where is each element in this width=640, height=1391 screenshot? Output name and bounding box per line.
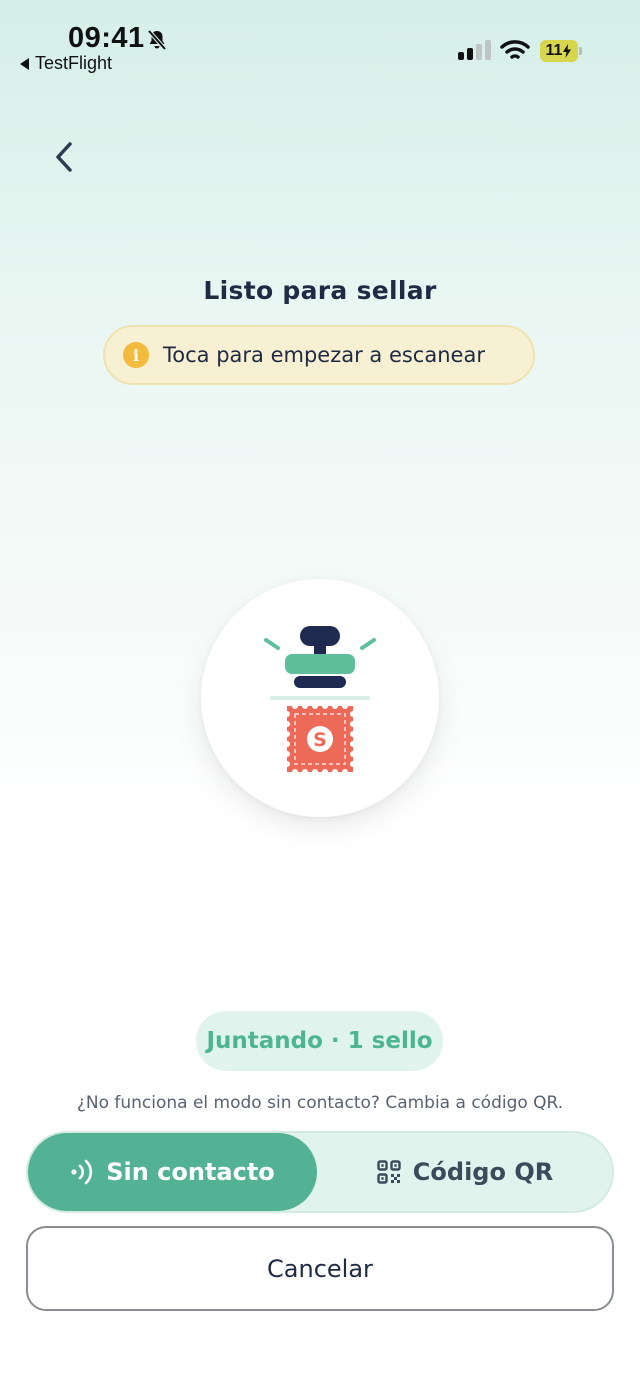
stamp-progress-badge: Juntando · 1 sello	[196, 1011, 443, 1071]
back-triangle-icon	[20, 57, 29, 70]
nav-back-button[interactable]	[44, 135, 84, 179]
contactless-mode-label: Sin contacto	[106, 1158, 275, 1186]
stamp-illustration-icon: S	[264, 626, 376, 775]
info-icon: i	[123, 342, 149, 368]
stamp-letter: S	[313, 729, 327, 751]
contactless-mode-button[interactable]: Sin contacto	[28, 1133, 317, 1211]
chevron-left-icon	[56, 142, 72, 172]
back-to-app-link[interactable]: TestFlight	[20, 53, 112, 74]
contactless-icon	[71, 1159, 93, 1185]
status-time: 09:41	[68, 22, 145, 54]
helper-text: ¿No funciona el modo sin contacto? Cambi…	[76, 1093, 564, 1113]
charging-bolt-icon	[563, 44, 572, 58]
qr-mode-label: Código QR	[412, 1158, 554, 1186]
scan-hint-text: Toca para empezar a escanear	[163, 343, 485, 367]
battery-tip	[579, 47, 582, 55]
scan-hint-pill[interactable]: i Toca para empezar a escanear	[103, 325, 535, 385]
qr-code-icon	[377, 1160, 401, 1184]
battery-indicator: 11	[540, 40, 578, 62]
qr-mode-button[interactable]: Código QR	[318, 1133, 612, 1211]
page-title: Listo para sellar	[203, 276, 437, 305]
wifi-icon	[500, 38, 530, 66]
cancel-button[interactable]: Cancelar	[26, 1226, 614, 1311]
silent-bell-icon	[145, 28, 169, 56]
cellular-signal-icon	[458, 40, 491, 60]
battery-level: 11	[545, 42, 563, 59]
stamp-illustration: S	[201, 579, 439, 817]
back-app-label: TestFlight	[35, 53, 113, 73]
